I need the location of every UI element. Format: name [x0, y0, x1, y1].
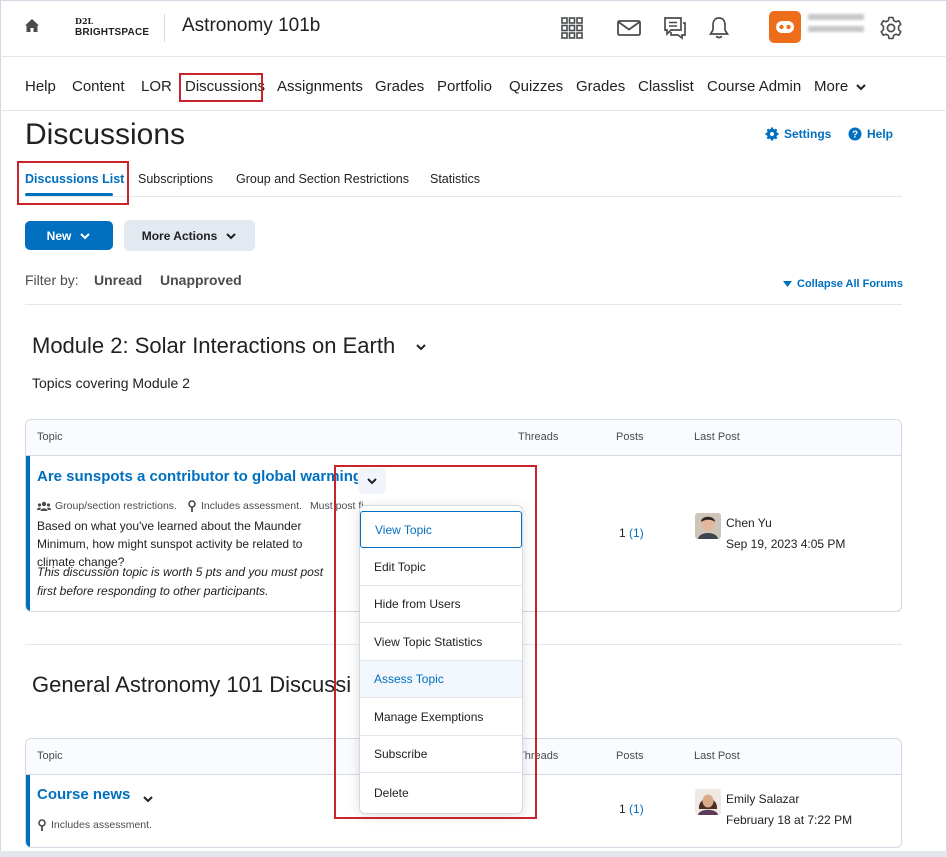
user-avatar-icon[interactable]	[769, 11, 801, 43]
meta-assessment: Includes assessment.	[200, 500, 302, 512]
new-button-label: New	[46, 228, 72, 243]
posts-total: 1	[619, 802, 626, 816]
topic-link[interactable]: Course news	[37, 786, 130, 803]
avatar	[695, 513, 721, 539]
forum-title[interactable]: General Astronomy 101 Discussi	[32, 672, 351, 698]
pin-icon	[38, 819, 46, 831]
column-header-topic: Topic	[37, 750, 63, 762]
meta-restrictions: Group/section restrictions.	[55, 500, 177, 512]
chevron-down-icon[interactable]	[142, 795, 154, 803]
caret-down-icon	[783, 281, 792, 287]
filter-divider	[25, 304, 902, 305]
nav-more[interactable]: More	[814, 78, 867, 95]
nav-course-admin[interactable]: Course Admin	[707, 78, 801, 95]
chevron-down-icon	[80, 232, 91, 239]
bottom-scroll-edge	[0, 851, 947, 857]
mail-icon[interactable]	[616, 15, 642, 41]
course-navbar: Help Content LOR Discussions Assignments…	[0, 56, 947, 111]
column-header-posts: Posts	[616, 431, 644, 443]
filter-unapproved[interactable]: Unapproved	[160, 272, 242, 288]
topic-meta: Includes assessment.	[37, 819, 152, 831]
avatar	[695, 789, 721, 815]
posts-count[interactable]: 1 (1)	[619, 526, 644, 540]
discussions-tabs: Discussions List Subscriptions Group and…	[25, 167, 902, 197]
column-header-threads: Threads	[518, 431, 559, 443]
table-header: Topic Threads Posts Last Post	[26, 420, 901, 456]
topbar-divider	[164, 14, 165, 42]
help-link[interactable]: ? Help	[848, 127, 893, 141]
column-header-last-post: Last Post	[694, 431, 740, 443]
posts-total: 1	[619, 526, 626, 540]
settings-label: Settings	[784, 127, 832, 141]
column-header-last-post: Last Post	[694, 750, 740, 762]
forum-description: Topics covering Module 2	[32, 375, 190, 391]
meta-assessment: Includes assessment.	[51, 819, 152, 831]
column-header-topic: Topic	[37, 431, 63, 443]
brightspace-logo[interactable]: D2L BRIGHTSPACE	[75, 17, 149, 38]
bell-icon[interactable]	[706, 15, 732, 41]
discussions-highlight-box	[179, 73, 263, 102]
settings-link[interactable]: Settings	[765, 127, 831, 141]
nav-grades-2[interactable]: Grades	[576, 78, 625, 95]
help-label: Help	[867, 127, 894, 141]
last-post-date: Sep 19, 2023 4:05 PM	[726, 537, 846, 551]
collapse-all-label: Collapse All Forums	[797, 278, 903, 290]
settings-gear-icon	[765, 127, 779, 141]
column-header-posts: Posts	[616, 750, 644, 762]
more-actions-label: More Actions	[141, 228, 218, 243]
discussions-list-highlight-box	[17, 161, 129, 205]
chat-icon[interactable]	[661, 15, 687, 41]
last-post-author: Emily Salazar	[726, 792, 800, 806]
last-post-date: February 18 at 7:22 PM	[726, 813, 853, 827]
collapse-all-forums-link[interactable]: Collapse All Forums	[783, 278, 903, 290]
user-name-blurred[interactable]	[808, 14, 864, 38]
apps-grid-icon[interactable]	[559, 15, 585, 41]
nav-lor[interactable]: LOR	[141, 78, 172, 95]
posts-unread[interactable]: (1)	[629, 526, 644, 540]
posts-count[interactable]: 1 (1)	[619, 802, 644, 816]
more-actions-button[interactable]: More Actions	[124, 220, 255, 251]
chevron-down-icon	[226, 232, 236, 239]
nav-portfolio[interactable]: Portfolio	[437, 78, 492, 95]
top-bar: D2L BRIGHTSPACE Astronomy 101b	[0, 0, 947, 56]
tab-statistics[interactable]: Statistics	[430, 172, 480, 186]
filter-unread[interactable]: Unread	[94, 272, 142, 288]
tab-subscriptions[interactable]: Subscriptions	[138, 172, 213, 186]
nav-classlist[interactable]: Classlist	[638, 78, 694, 95]
topic-note: This discussion topic is worth 5 pts and…	[37, 565, 324, 598]
nav-content[interactable]: Content	[72, 78, 125, 95]
course-title[interactable]: Astronomy 101b	[182, 15, 320, 37]
tab-group-section-restrictions[interactable]: Group and Section Restrictions	[236, 172, 409, 186]
chevron-down-icon	[856, 84, 867, 91]
new-button[interactable]: New	[25, 221, 113, 250]
svg-text:?: ?	[852, 130, 858, 141]
page-title: Discussions	[25, 118, 186, 151]
nav-help[interactable]: Help	[25, 78, 56, 95]
posts-unread[interactable]: (1)	[629, 802, 644, 816]
group-icon	[37, 501, 51, 511]
context-menu-highlight-box	[334, 465, 537, 819]
nav-quizzes[interactable]: Quizzes	[509, 78, 563, 95]
topic-meta: Group/section restrictions. Includes ass…	[37, 500, 364, 512]
last-post-author: Chen Yu	[726, 516, 772, 530]
filter-label: Filter by:	[25, 272, 79, 288]
forum-title[interactable]: Module 2: Solar Interactions on Earth	[32, 333, 427, 359]
gear-icon[interactable]	[878, 15, 904, 41]
home-icon[interactable]	[22, 16, 42, 36]
forum-title-text: Module 2: Solar Interactions on Earth	[32, 333, 396, 358]
chevron-down-icon[interactable]	[415, 343, 427, 351]
topic-link[interactable]: Are sunspots a contributor to global war…	[37, 468, 371, 485]
help-circle-icon: ?	[848, 127, 862, 141]
nav-assignments[interactable]: Assignments	[277, 78, 363, 95]
nav-grades[interactable]: Grades	[375, 78, 424, 95]
pin-icon	[188, 500, 196, 512]
nav-more-label: More	[814, 78, 849, 95]
